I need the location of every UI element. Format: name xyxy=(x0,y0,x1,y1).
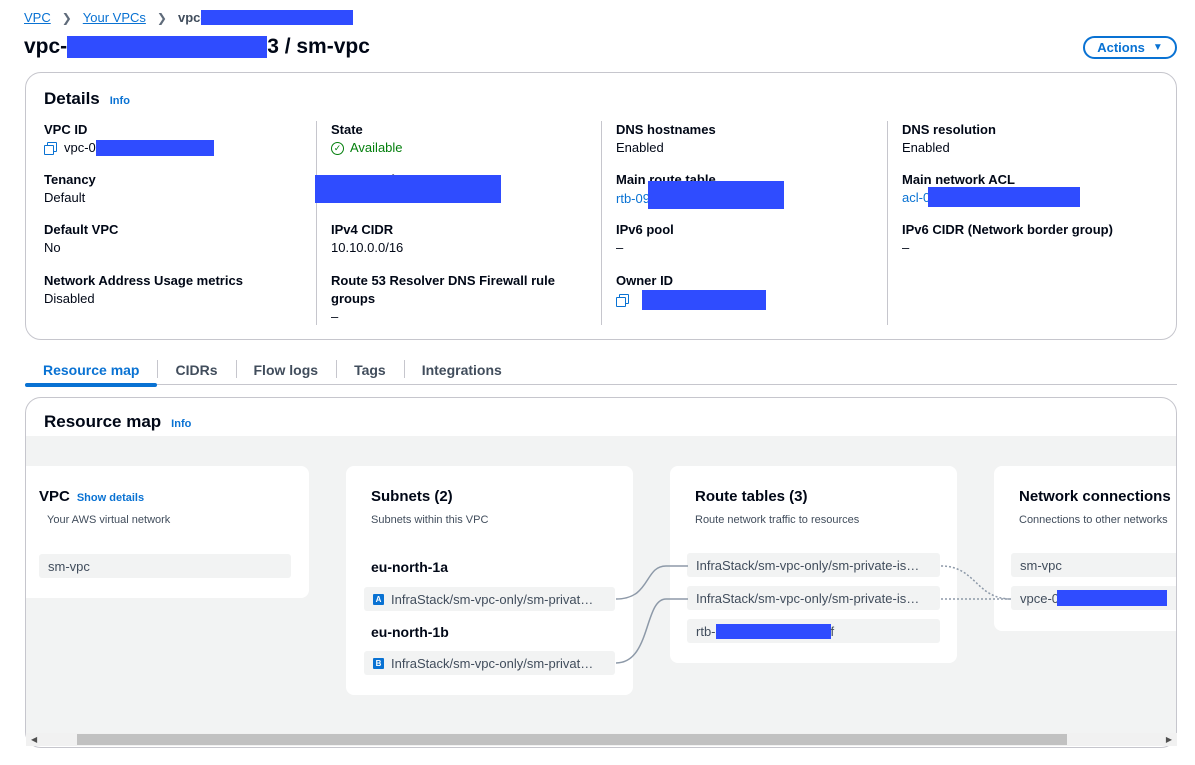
field-value: vpc-0 xyxy=(44,139,214,157)
tab-integrations[interactable]: Integrations xyxy=(403,355,520,385)
field-value: – xyxy=(331,309,339,324)
field-label: Owner ID xyxy=(616,273,674,288)
redaction-block xyxy=(95,140,214,156)
field-value: Enabled xyxy=(902,140,950,155)
tab-tags[interactable]: Tags xyxy=(336,355,404,385)
field-label: IPv4 CIDR xyxy=(331,222,394,237)
field-main-acl: Main network ACL acl-0 xyxy=(902,171,1081,207)
horizontal-scrollbar[interactable]: ◀ ▶ xyxy=(26,733,1177,746)
field-vpc-id: VPC ID vpc-0 xyxy=(44,121,214,157)
redaction-block xyxy=(67,36,268,58)
field-ipv6-cidr: IPv6 CIDR (Network border group) – xyxy=(902,221,1113,257)
redaction-block xyxy=(928,187,1081,207)
details-heading: Details xyxy=(44,89,100,108)
column-divider xyxy=(601,121,602,325)
field-value xyxy=(616,290,766,310)
breadcrumb: VPC ❯ Your VPCs ❯ vpc- xyxy=(24,10,353,25)
field-value: Default xyxy=(44,190,86,205)
caret-down-icon: ▼ xyxy=(1152,42,1163,53)
chevron-right-icon: ❯ xyxy=(61,10,72,25)
page-title-suffix: 3 / sm-vpc xyxy=(267,35,370,58)
vpc-id-value: vpc-0 xyxy=(64,140,96,155)
field-value: – xyxy=(902,240,910,255)
page-title: vpc- 3 / sm-vpc xyxy=(24,35,370,59)
field-nau-metrics: Network Address Usage metrics Disabled xyxy=(44,272,243,308)
copy-icon[interactable] xyxy=(44,142,57,155)
details-panel: Details Info VPC ID vpc-0 Tenancy Defaul… xyxy=(25,72,1177,340)
tab-flow-logs[interactable]: Flow logs xyxy=(235,355,337,385)
field-owner-id: Owner ID xyxy=(616,272,766,310)
field-value: Enabled xyxy=(616,140,664,155)
field-value: Disabled xyxy=(44,291,95,306)
field-value: – xyxy=(616,240,624,255)
tab-bar: Resource map CIDRs Flow logs Tags Integr… xyxy=(25,355,1177,387)
status-check-icon: ✓ xyxy=(331,141,344,155)
route-to-network-connector xyxy=(940,565,1012,600)
connector-lines xyxy=(615,565,1012,664)
field-value: 10.10.0.0/16 xyxy=(331,240,404,255)
chevron-right-icon: ❯ xyxy=(156,10,167,25)
copy-icon[interactable] xyxy=(616,294,629,307)
field-ipv4-cidr: IPv4 CIDR 10.10.0.0/16 xyxy=(331,221,403,257)
field-label: Default VPC xyxy=(44,222,119,237)
field-label: IPv6 pool xyxy=(616,222,674,237)
tab-cidrs[interactable]: CIDRs xyxy=(157,355,235,385)
state-value: Available xyxy=(350,140,403,155)
field-value[interactable]: rtb-09 xyxy=(616,181,784,209)
field-label-continued: groups xyxy=(331,291,376,306)
subnet-to-route-connector xyxy=(615,598,688,664)
field-label: Tenancy xyxy=(44,172,96,187)
breadcrumb-vpc-link[interactable]: VPC xyxy=(24,10,51,25)
field-label: VPC ID xyxy=(44,122,88,137)
scrollbar-thumb[interactable] xyxy=(77,734,1067,745)
scroll-right-icon[interactable]: ▶ xyxy=(1166,735,1172,744)
resource-map-info-link[interactable]: Info xyxy=(171,418,191,430)
field-label: State xyxy=(331,122,363,137)
field-dhcp: DHCP option set xyxy=(315,171,501,203)
field-state: State ✓ Available xyxy=(331,121,403,157)
field-label: Route 53 Resolver DNS Firewall rule xyxy=(331,273,555,288)
column-divider xyxy=(887,121,888,325)
page-title-prefix: vpc- xyxy=(24,35,68,58)
field-dns-resolution: DNS resolution Enabled xyxy=(902,121,996,157)
field-main-route-table: Main route table rtb-09 xyxy=(616,171,784,209)
resource-map-panel: Resource map Info VPC Show details Your … xyxy=(25,397,1177,748)
field-dns-hostnames: DNS hostnames Enabled xyxy=(616,121,716,157)
actions-label: Actions xyxy=(1097,40,1145,55)
field-value: ✓ Available xyxy=(331,139,403,157)
field-ipv6-pool: IPv6 pool – xyxy=(616,221,674,257)
resource-map-canvas[interactable]: VPC Show details Your AWS virtual networ… xyxy=(26,436,1176,734)
tab-resource-map[interactable]: Resource map xyxy=(25,355,158,387)
main-route-table-link[interactable]: rtb-09 xyxy=(616,190,650,208)
actions-button[interactable]: Actions ▼ xyxy=(1083,36,1177,59)
resource-map-header: Resource map Info xyxy=(44,412,191,432)
field-label: DNS resolution xyxy=(902,122,996,137)
field-label: Network Address Usage metrics xyxy=(44,273,243,288)
redaction-block xyxy=(642,290,766,310)
field-value: No xyxy=(44,240,61,255)
field-label: DNS hostnames xyxy=(616,122,716,137)
column-divider xyxy=(316,121,317,325)
breadcrumb-your-vpcs-link[interactable]: Your VPCs xyxy=(83,10,146,25)
main-acl-link[interactable]: acl-0 xyxy=(902,189,930,207)
redaction-block xyxy=(315,175,501,203)
field-value xyxy=(315,175,501,203)
details-info-link[interactable]: Info xyxy=(110,95,130,107)
resource-map-heading: Resource map xyxy=(44,412,162,431)
details-header: Details Info xyxy=(44,89,130,109)
scroll-left-icon[interactable]: ◀ xyxy=(31,735,37,744)
redaction-block xyxy=(200,10,353,25)
field-value[interactable]: acl-0 xyxy=(902,187,1081,207)
field-route53-firewall: Route 53 Resolver DNS Firewall rule grou… xyxy=(331,272,555,326)
subnet-to-route-connector xyxy=(615,565,688,600)
field-label: IPv6 CIDR (Network border group) xyxy=(902,222,1113,237)
redaction-block xyxy=(647,181,784,209)
field-default-vpc: Default VPC No xyxy=(44,221,118,257)
field-tenancy: Tenancy Default xyxy=(44,171,96,207)
